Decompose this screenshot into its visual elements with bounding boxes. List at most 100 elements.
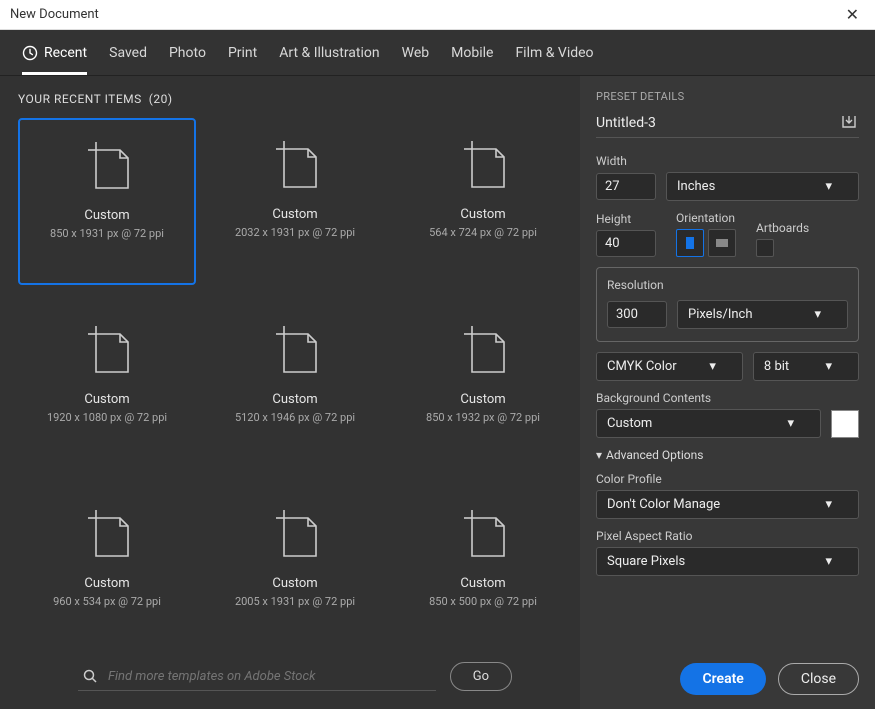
preset-card[interactable]: Custom564 x 724 px @ 72 ppi — [394, 118, 572, 285]
preset-title: Custom — [399, 392, 567, 407]
select-value: Custom — [607, 416, 652, 431]
bg-group: Background Contents Custom ▾ — [596, 391, 859, 438]
preset-subtitle: 960 x 534 px @ 72 ppi — [23, 595, 191, 608]
bg-select[interactable]: Custom ▾ — [596, 409, 821, 438]
close-icon[interactable]: ✕ — [840, 5, 865, 24]
preset-grid: Custom 850 x 1931 px @ 72 ppi Custom 2032 x… — [18, 118, 572, 652]
doc-name-row: Untitled-3 — [596, 113, 859, 138]
tab-label: Print — [228, 45, 257, 61]
doc-name-field[interactable]: Untitled-3 — [596, 115, 839, 131]
recent-heading: YOUR RECENT ITEMS (20) — [18, 92, 572, 106]
preset-card[interactable]: Custom 850 x 500 px @ 72 ppi — [394, 487, 572, 652]
select-value: Inches — [677, 179, 715, 194]
search-icon — [82, 668, 98, 684]
preset-card[interactable]: Custom960 x 534 px @ 72 ppi — [18, 487, 196, 652]
recent-count: (20) — [149, 92, 173, 106]
orientation-portrait-button[interactable] — [676, 229, 704, 257]
search-input[interactable] — [108, 669, 432, 684]
color-mode-row: CMYK Color ▾ 8 bit ▾ — [596, 352, 859, 381]
preset-title: Custom — [399, 207, 567, 222]
tab-label: Photo — [169, 45, 206, 61]
select-value: Don't Color Manage — [607, 497, 720, 512]
preset-title: Custom — [211, 392, 379, 407]
document-icon — [211, 129, 379, 201]
search-row: Go — [18, 652, 572, 697]
chevron-down-icon: ▾ — [825, 497, 832, 512]
tab-film[interactable]: Film & Video — [515, 30, 593, 75]
search-box[interactable] — [78, 662, 436, 691]
save-preset-icon[interactable] — [839, 113, 859, 133]
resolution-input[interactable] — [607, 301, 667, 328]
bit-depth-select[interactable]: 8 bit ▾ — [753, 352, 859, 381]
details-panel: PRESET DETAILS Untitled-3 Width Inches ▾… — [580, 76, 875, 709]
document-icon — [211, 314, 379, 386]
bg-label: Background Contents — [596, 391, 859, 405]
tab-label: Film & Video — [515, 45, 593, 61]
width-unit-select[interactable]: Inches ▾ — [666, 172, 859, 201]
tab-label: Art & Illustration — [279, 45, 379, 61]
resolution-unit-select[interactable]: Pixels/Inch ▾ — [677, 300, 848, 329]
tab-web[interactable]: Web — [402, 30, 430, 75]
recent-heading-text: YOUR RECENT ITEMS — [18, 92, 142, 106]
tab-print[interactable]: Print — [228, 30, 257, 75]
footer-buttons: Create Close — [596, 651, 859, 695]
portrait-icon — [682, 235, 698, 251]
par-label: Pixel Aspect Ratio — [596, 529, 859, 543]
select-value: Square Pixels — [607, 554, 685, 569]
preset-card[interactable]: Custom 1920 x 1080 px @ 72 ppi — [18, 303, 196, 468]
close-button[interactable]: Close — [778, 663, 859, 695]
select-value: 8 bit — [764, 359, 789, 374]
tab-photo[interactable]: Photo — [169, 30, 206, 75]
bg-color-swatch[interactable] — [831, 410, 859, 438]
preset-subtitle: 1920 x 1080 px @ 72 ppi — [23, 411, 191, 424]
color-profile-group: Color Profile Don't Color Manage ▾ — [596, 472, 859, 519]
advanced-label: Advanced Options — [606, 448, 703, 462]
tab-recent[interactable]: Recent — [22, 30, 87, 75]
app-body: Recent Saved Photo Print Art & Illustrat… — [0, 30, 875, 709]
chevron-down-icon: ▾ — [825, 554, 832, 569]
profile-label: Color Profile — [596, 472, 859, 486]
advanced-options-toggle[interactable]: ▾ Advanced Options — [596, 448, 859, 462]
height-label: Height — [596, 212, 656, 226]
artboards-checkbox[interactable] — [756, 239, 774, 257]
preset-card[interactable]: Custom 850 x 1931 px @ 72 ppi — [18, 118, 196, 285]
recent-panel: YOUR RECENT ITEMS (20) Custom 850 x 1931 … — [0, 76, 580, 709]
chevron-down-icon: ▾ — [787, 416, 794, 431]
chevron-down-icon: ▾ — [709, 359, 716, 374]
go-button[interactable]: Go — [450, 662, 512, 691]
create-button[interactable]: Create — [680, 663, 765, 695]
preset-card[interactable]: Custom5120 x 1946 px @ 72 ppi — [206, 303, 384, 468]
document-icon — [23, 498, 191, 570]
tab-art[interactable]: Art & Illustration — [279, 30, 379, 75]
tab-saved[interactable]: Saved — [109, 30, 147, 75]
document-icon — [211, 498, 379, 570]
preset-title: Custom — [399, 576, 567, 591]
landscape-icon — [714, 235, 730, 251]
preset-subtitle: 850 x 1932 px @ 72 ppi — [399, 411, 567, 424]
tab-label: Recent — [44, 45, 87, 61]
tab-label: Saved — [109, 45, 147, 61]
titlebar: New Document ✕ — [0, 0, 875, 30]
orientation-landscape-button[interactable] — [708, 229, 736, 257]
document-icon — [23, 314, 191, 386]
category-tabs: Recent Saved Photo Print Art & Illustrat… — [0, 30, 875, 76]
width-group: Width Inches ▾ — [596, 154, 859, 201]
preset-subtitle: 2032 x 1931 px @ 72 ppi — [211, 226, 379, 239]
chevron-down-icon: ▾ — [596, 448, 602, 462]
pixel-aspect-select[interactable]: Square Pixels ▾ — [596, 547, 859, 576]
preset-title: Custom — [211, 207, 379, 222]
width-input[interactable] — [596, 173, 656, 200]
select-value: Pixels/Inch — [688, 307, 753, 322]
color-mode-select[interactable]: CMYK Color ▾ — [596, 352, 743, 381]
tab-mobile[interactable]: Mobile — [451, 30, 493, 75]
preset-subtitle: 850 x 500 px @ 72 ppi — [399, 595, 567, 608]
preset-title: Custom — [24, 208, 190, 223]
document-icon — [399, 314, 567, 386]
preset-title: Custom — [23, 392, 191, 407]
preset-card[interactable]: Custom 2032 x 1931 px @ 72 ppi — [206, 118, 384, 285]
preset-card[interactable]: Custom2005 x 1931 px @ 72 ppi — [206, 487, 384, 652]
color-profile-select[interactable]: Don't Color Manage ▾ — [596, 490, 859, 519]
preset-card[interactable]: Custom 850 x 1932 px @ 72 ppi — [394, 303, 572, 468]
height-input[interactable] — [596, 230, 656, 257]
preset-subtitle: 850 x 1931 px @ 72 ppi — [24, 227, 190, 240]
